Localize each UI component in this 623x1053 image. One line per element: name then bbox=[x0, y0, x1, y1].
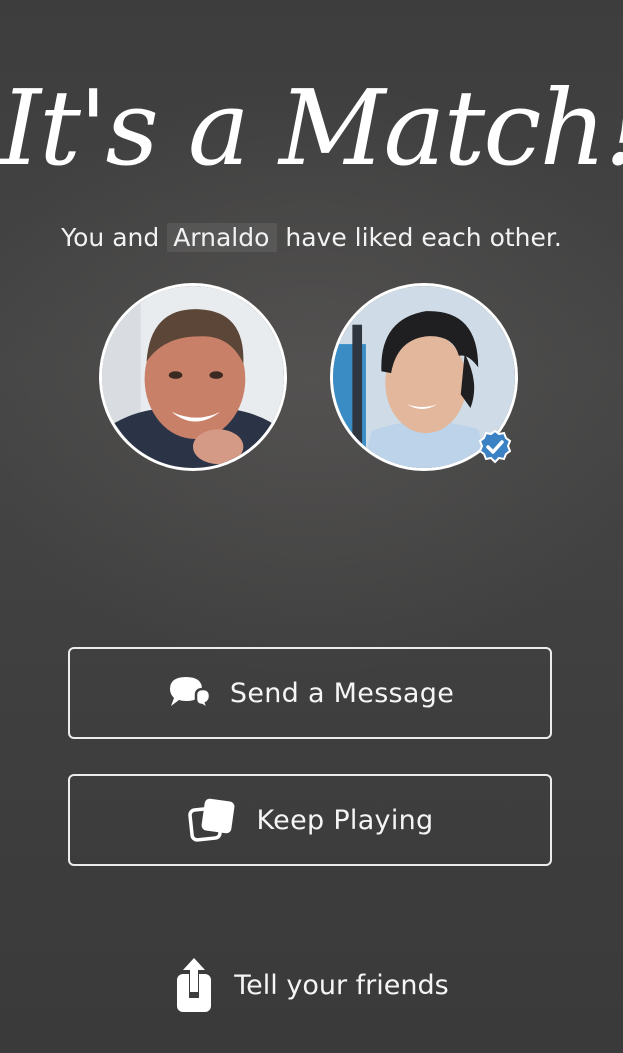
keep-playing-button[interactable]: Keep Playing bbox=[68, 774, 552, 866]
match-name: Arnaldo bbox=[167, 223, 278, 252]
send-message-button[interactable]: Send a Message bbox=[68, 647, 552, 739]
tell-friends-label: Tell your friends bbox=[234, 969, 449, 1001]
avatar-photo bbox=[102, 286, 284, 468]
stacked-cards-icon bbox=[187, 797, 239, 843]
send-message-label: Send a Message bbox=[229, 677, 455, 709]
verified-badge-icon bbox=[478, 429, 512, 464]
tell-friends-link[interactable]: Tell your friends bbox=[0, 955, 623, 1015]
keep-playing-label: Keep Playing bbox=[256, 804, 434, 836]
avatar-other-user bbox=[99, 283, 287, 471]
chat-bubbles-icon bbox=[166, 673, 212, 713]
subtitle-prefix: You and bbox=[61, 223, 160, 252]
subtitle-suffix: have liked each other. bbox=[285, 223, 562, 252]
match-title: It's a Match! bbox=[0, 67, 623, 189]
share-upload-icon bbox=[174, 956, 214, 1014]
match-subtitle: You and Arnaldo have liked each other. bbox=[0, 220, 623, 256]
